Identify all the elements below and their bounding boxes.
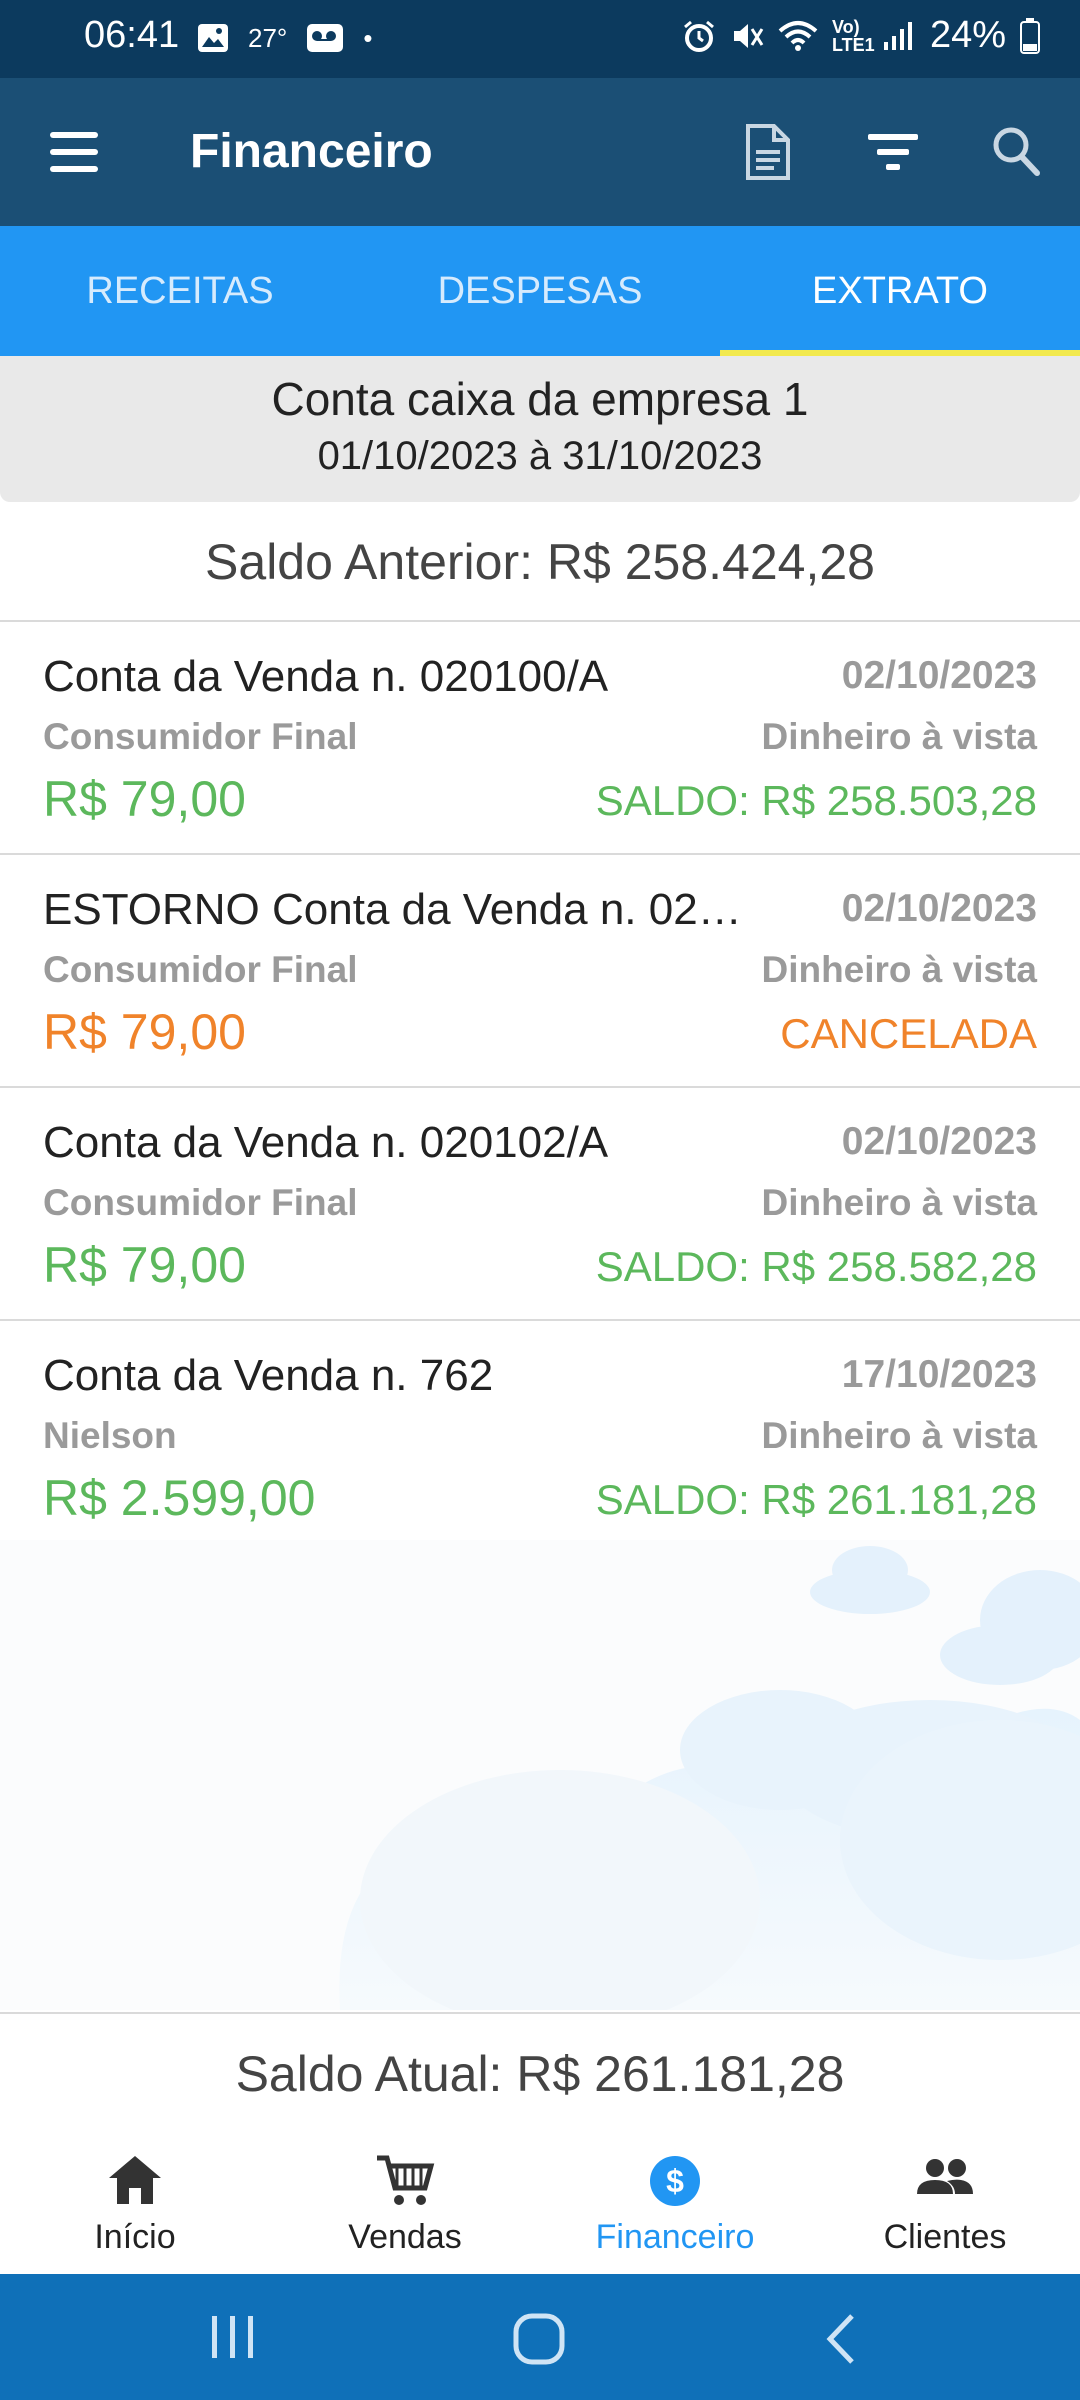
- system-nav-bar: [0, 2274, 1080, 2400]
- bottom-navigation: Início Vendas $ Financeiro Clientes: [0, 2132, 1080, 2274]
- status-bar: 06:41 27° • Vo) LTE1 24%: [0, 0, 1080, 78]
- nav-vendas[interactable]: Vendas: [270, 2132, 540, 2274]
- status-time: 06:41: [84, 14, 180, 56]
- home-icon: [109, 2156, 161, 2204]
- entry-payment-method: Dinheiro à vista: [761, 949, 1037, 990]
- nav-label: Vendas: [348, 2218, 462, 2256]
- entry-amount: R$ 79,00: [43, 771, 246, 827]
- list-item[interactable]: ESTORNO Conta da Venda n. 020100/A 02/10…: [0, 855, 1080, 1088]
- filter-icon[interactable]: [868, 132, 918, 172]
- list-item[interactable]: Conta da Venda n. 020102/A 02/10/2023 Co…: [0, 1088, 1080, 1321]
- entry-date: 02/10/2023: [841, 654, 1037, 697]
- statement-list: Conta da Venda n. 020100/A 02/10/2023 Co…: [0, 622, 1080, 1554]
- account-name: Conta caixa da empresa 1: [271, 373, 809, 425]
- entry-payment-method: Dinheiro à vista: [761, 716, 1037, 757]
- wifi-icon: [778, 20, 818, 51]
- entry-payment-method: Dinheiro à vista: [761, 1182, 1037, 1223]
- lte-label: Vo) LTE1: [831, 16, 875, 55]
- entry-status-cancelled: CANCELADA: [780, 1010, 1037, 1057]
- entry-amount: R$ 79,00: [43, 1004, 246, 1060]
- tab-receitas[interactable]: RECEITAS: [0, 226, 360, 356]
- home-button-icon[interactable]: [512, 2312, 566, 2366]
- document-icon[interactable]: [742, 122, 794, 182]
- entry-client: Consumidor Final: [43, 1182, 358, 1223]
- mute-icon: [733, 23, 764, 48]
- menu-icon[interactable]: [50, 132, 98, 172]
- entry-description: Conta da Venda n. 762: [43, 1351, 494, 1400]
- list-item[interactable]: Conta da Venda n. 762 17/10/2023 Nielson…: [0, 1321, 1080, 1554]
- notification-dot: •: [363, 22, 373, 53]
- gallery-icon: [198, 24, 228, 52]
- alarm-icon: [683, 20, 714, 52]
- tab-extrato[interactable]: EXTRATO: [720, 226, 1080, 356]
- entry-client: Nielson: [43, 1415, 177, 1456]
- entry-balance: SALDO: R$ 258.582,28: [595, 1243, 1037, 1290]
- cart-icon: [377, 2155, 435, 2205]
- nav-financeiro[interactable]: $ Financeiro: [540, 2132, 810, 2274]
- entry-date: 02/10/2023: [841, 887, 1037, 930]
- entry-client: Consumidor Final: [43, 949, 358, 990]
- entry-description: ESTORNO Conta da Venda n. 020100/A: [43, 885, 763, 934]
- entry-balance: SALDO: R$ 258.503,28: [595, 777, 1037, 824]
- back-icon[interactable]: [822, 2312, 858, 2366]
- page-title: Financeiro: [190, 125, 433, 178]
- signal-icon: [883, 21, 912, 50]
- temperature-label: 27°: [248, 22, 288, 53]
- search-icon[interactable]: [992, 126, 1040, 176]
- tab-bar: RECEITAS DESPESAS EXTRATO: [0, 226, 1080, 356]
- dollar-icon: $: [650, 2156, 700, 2206]
- nav-label: Início: [94, 2218, 176, 2256]
- current-balance: Saldo Atual: R$ 261.181,28: [0, 2012, 1080, 2132]
- nav-inicio[interactable]: Início: [0, 2132, 270, 2274]
- voicemail-icon: [307, 24, 344, 52]
- battery-percent: 24%: [929, 14, 1006, 56]
- entry-client: Consumidor Final: [43, 716, 358, 757]
- entry-description: Conta da Venda n. 020102/A: [43, 1118, 609, 1167]
- clouds-background: [0, 1540, 1080, 2010]
- entry-amount: R$ 2.599,00: [43, 1470, 316, 1526]
- people-icon: [917, 2159, 973, 2194]
- list-item[interactable]: Conta da Venda n. 020100/A 02/10/2023 Co…: [0, 622, 1080, 855]
- entry-amount: R$ 79,00: [43, 1237, 246, 1293]
- nav-label: Financeiro: [595, 2218, 755, 2256]
- entry-date: 17/10/2023: [841, 1353, 1037, 1396]
- svg-text:$: $: [666, 2163, 684, 2199]
- battery-icon: [1020, 17, 1040, 54]
- entry-balance: SALDO: R$ 261.181,28: [595, 1476, 1037, 1523]
- entry-date: 02/10/2023: [841, 1120, 1037, 1163]
- app-bar: Financeiro: [0, 78, 1080, 226]
- account-period: 01/10/2023 à 31/10/2023: [317, 434, 763, 478]
- entry-description: Conta da Venda n. 020100/A: [43, 652, 609, 701]
- nav-clientes[interactable]: Clientes: [810, 2132, 1080, 2274]
- account-header: Conta caixa da empresa 1 01/10/2023 à 31…: [0, 356, 1080, 502]
- previous-balance: Saldo Anterior: R$ 258.424,28: [0, 502, 1080, 622]
- recent-apps-icon[interactable]: [210, 2312, 256, 2362]
- entry-payment-method: Dinheiro à vista: [761, 1415, 1037, 1456]
- tab-despesas[interactable]: DESPESAS: [360, 226, 720, 356]
- nav-label: Clientes: [883, 2218, 1007, 2256]
